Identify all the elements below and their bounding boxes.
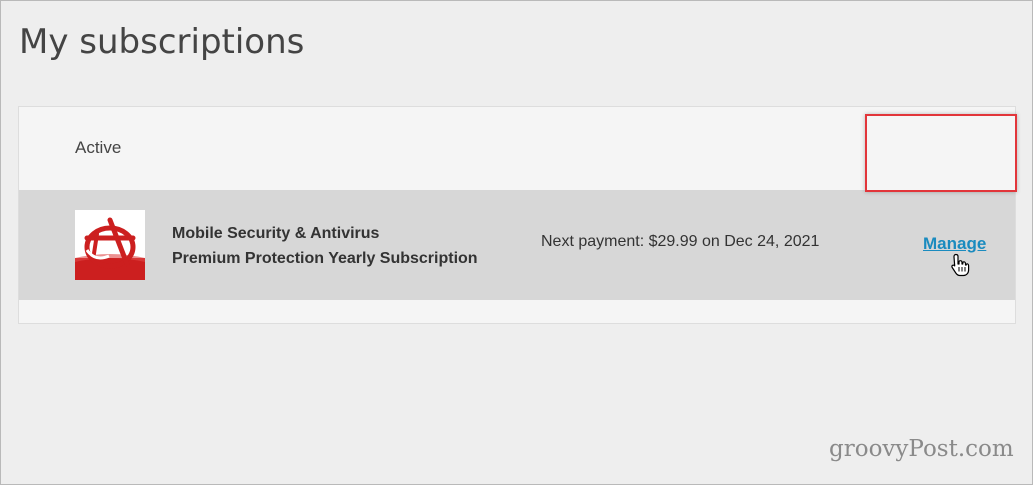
trend-micro-logo-icon	[75, 210, 145, 280]
watermark-text: groovyPost.com	[829, 436, 1014, 462]
subscription-name-line2: Premium Protection Yearly Subscription	[172, 250, 478, 267]
subscription-name-line1: Mobile Security & Antivirus	[172, 225, 380, 242]
section-label-active: Active	[75, 138, 122, 157]
next-payment-text: Next payment: $29.99 on Dec 24, 2021	[541, 233, 820, 250]
page-title: My subscriptions	[19, 22, 305, 62]
subscription-row: Mobile Security & Antivirus Premium Prot…	[19, 190, 1015, 300]
manage-link[interactable]: Manage	[923, 234, 986, 254]
manage-highlight-box	[865, 114, 1017, 192]
subscription-name: Mobile Security & Antivirus Premium Prot…	[172, 221, 478, 271]
hand-pointer-cursor-icon	[950, 253, 970, 277]
